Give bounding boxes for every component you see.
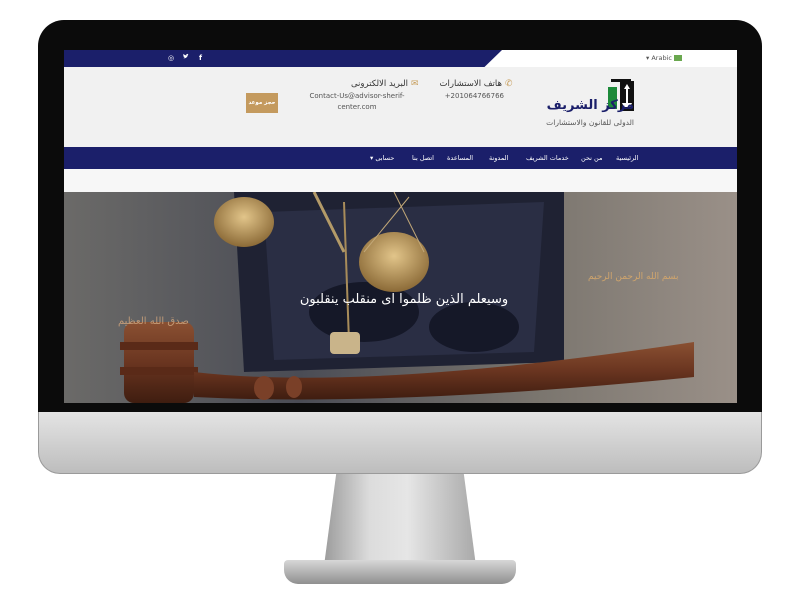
email-address[interactable]: Contact-Us@advisor-sherif-center.com [306,91,408,113]
phone-icon: ✆ [505,79,513,89]
monitor-stand-base [284,560,516,584]
brand-title[interactable]: مركز الشريف [534,98,634,113]
language-label: Arabic [651,54,672,62]
top-bar-dark-band [64,50,502,67]
phone-number[interactable]: +201064766766 [436,91,504,102]
nav-item-contact[interactable]: اتصل بنا [412,153,434,163]
monitor-stand-neck [324,474,476,566]
instagram-icon[interactable]: ◎ [168,53,174,63]
hero-closing-text: صدق الله العظيم [118,316,189,327]
nav-item-services[interactable]: خدمات الشريف [526,153,569,163]
twitter-icon[interactable] [182,53,189,63]
website-screen: ◎ f ▾ Arabic مركز الشريف الدولى للقانون … [64,50,737,403]
top-bar: ◎ f ▾ Arabic [64,50,737,67]
chevron-down-icon: ▾ [370,154,374,162]
book-appointment-button[interactable]: حجز موعد [246,93,278,113]
hero-main-quote: وسيعلم الذين ظلموا اى منقلب ينقلبون [299,292,509,307]
brand-subtitle: الدولى للقانون والاستشارات [546,118,634,127]
phone-label: هاتف الاستشارات [439,79,502,89]
main-navigation: الرئيسية من نحن خدمات الشريف المدونة الم… [64,147,737,169]
hero-banner: بسم الله الرحمن الرحيم وسيعلم الذين ظلمو… [64,192,737,403]
language-switcher[interactable]: ▾ Arabic [646,54,672,63]
nav-item-about[interactable]: من نحن [581,153,602,163]
email-label: البريد الالكترونى [350,79,408,89]
nav-item-blog[interactable]: المدونة [489,153,508,163]
hero-basmala: بسم الله الرحمن الرحيم [588,272,679,282]
facebook-icon[interactable]: f [199,53,202,63]
nav-item-account[interactable]: حسابى ▾ [370,153,394,163]
content-spacer [64,169,737,192]
email-icon: ✉ [411,79,419,89]
nav-item-account-label: حسابى [375,154,395,162]
monitor-chin [38,412,762,474]
nav-item-help[interactable]: المساعدة [447,153,473,163]
nav-item-home[interactable]: الرئيسية [616,153,638,163]
site-header: مركز الشريف الدولى للقانون والاستشارات ✆… [64,67,737,147]
saudi-flag-icon[interactable] [673,54,683,62]
